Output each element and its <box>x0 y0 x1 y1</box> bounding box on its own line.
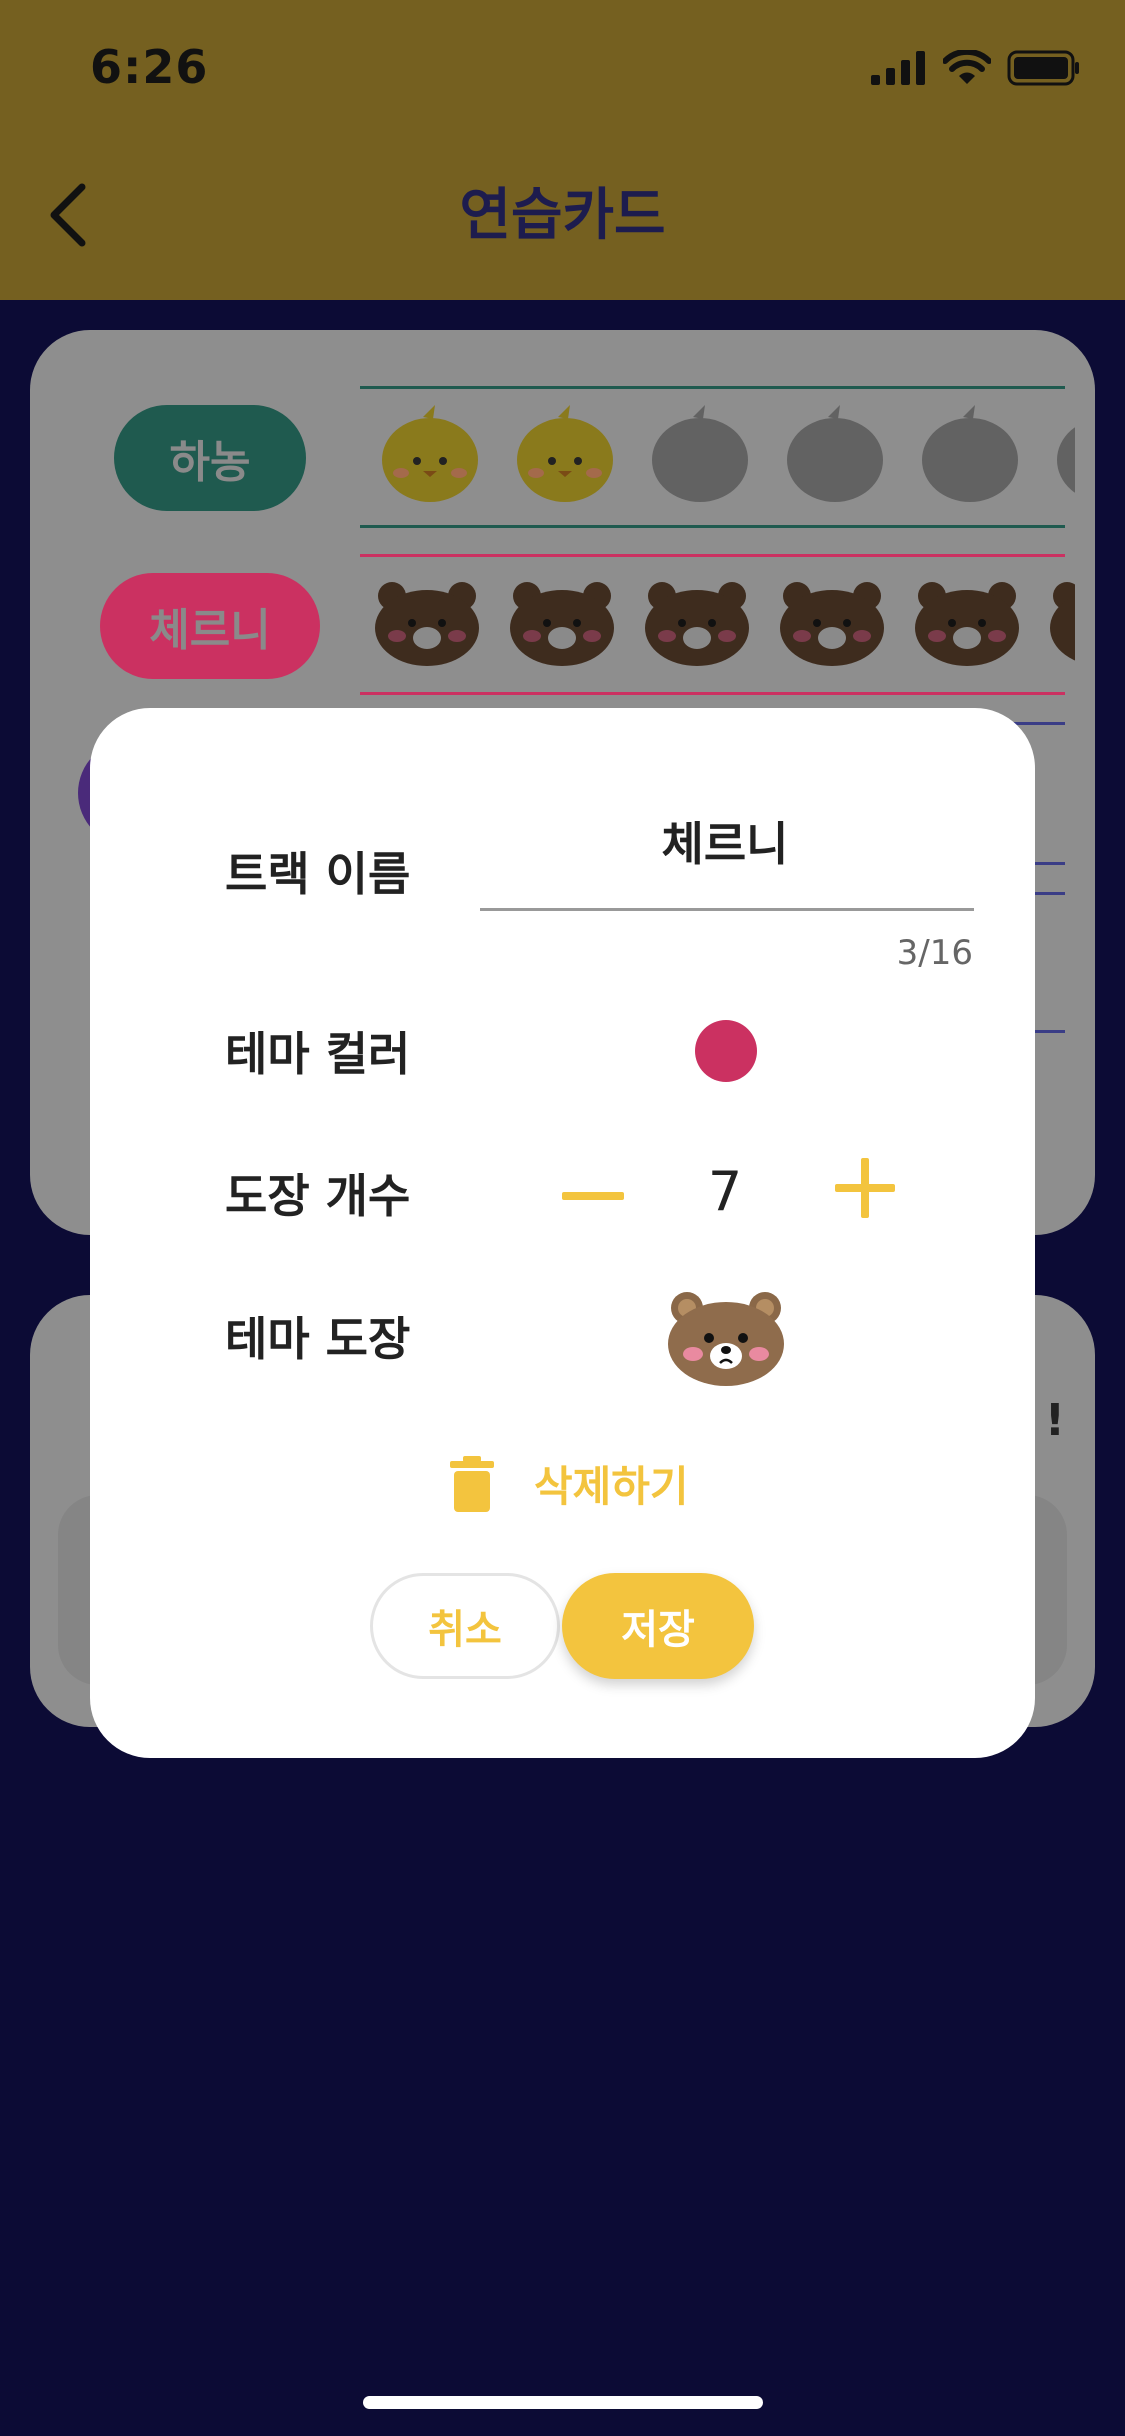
char-counter: 3/16 <box>896 933 973 973</box>
bear-stamp-icon <box>375 582 479 666</box>
theme-color-swatch[interactable] <box>695 1020 757 1082</box>
bear-stamp-icon <box>1050 582 1075 661</box>
track-name-label: 트랙 이름 <box>225 847 411 901</box>
secondary-card-text: ! <box>1044 1395 1065 1446</box>
chick-stamp-icon <box>382 405 478 502</box>
track-line <box>360 525 1065 528</box>
stamp-count-label: 도장 개수 <box>225 1169 411 1223</box>
edit-track-dialog: 트랙 이름 체르니 3/16 테마 컬러 도장 개수 7 테마 도장 삭제하기 … <box>90 708 1035 1758</box>
chick-stamp-icon <box>517 405 613 502</box>
track-pill-label: 하농 <box>169 437 251 488</box>
bear-stamp-icon <box>510 582 614 666</box>
battery-icon <box>1007 50 1079 86</box>
track-line <box>360 692 1065 695</box>
save-button[interactable]: 저장 <box>562 1573 754 1679</box>
page-title: 연습카드 <box>459 183 666 248</box>
wifi-icon <box>943 50 991 84</box>
empty-stamp-icon <box>922 405 1018 502</box>
empty-stamp-icon <box>787 405 883 502</box>
empty-stamp-icon <box>652 405 748 502</box>
delete-label: 삭제하기 <box>534 1462 689 1511</box>
track-pill-hanon[interactable]: 하농 <box>114 405 306 511</box>
theme-stamp-label: 테마 도장 <box>225 1312 411 1366</box>
cancel-button[interactable]: 취소 <box>370 1573 560 1679</box>
decrement-button[interactable] <box>562 1192 624 1200</box>
bear-stamp-icon <box>780 582 884 666</box>
signal-icon <box>871 51 925 85</box>
theme-color-label: 테마 컬러 <box>225 1027 411 1081</box>
delete-button[interactable]: 삭제하기 <box>450 1453 689 1514</box>
status-icons <box>871 50 1081 86</box>
empty-stamp-icon <box>1057 427 1075 493</box>
bear-face-icon[interactable] <box>665 1288 787 1388</box>
track-name-underline <box>480 908 974 911</box>
bear-stamp-icon <box>645 582 749 666</box>
home-indicator[interactable] <box>363 2396 763 2409</box>
increment-button[interactable] <box>835 1158 895 1218</box>
track-pill-czerny[interactable]: 체르니 <box>100 573 320 679</box>
track-line <box>360 386 1065 389</box>
track-pill-label: 체르니 <box>149 605 271 656</box>
bear-stamp-icon <box>915 582 1019 666</box>
stamp-count-value: 7 <box>707 1160 743 1223</box>
track-line <box>360 554 1065 557</box>
trash-icon <box>450 1455 494 1512</box>
status-time: 6:26 <box>90 40 209 94</box>
app-header: 6:26 연습카드 <box>0 0 1125 300</box>
track-name-input[interactable]: 체르니 <box>480 808 970 874</box>
